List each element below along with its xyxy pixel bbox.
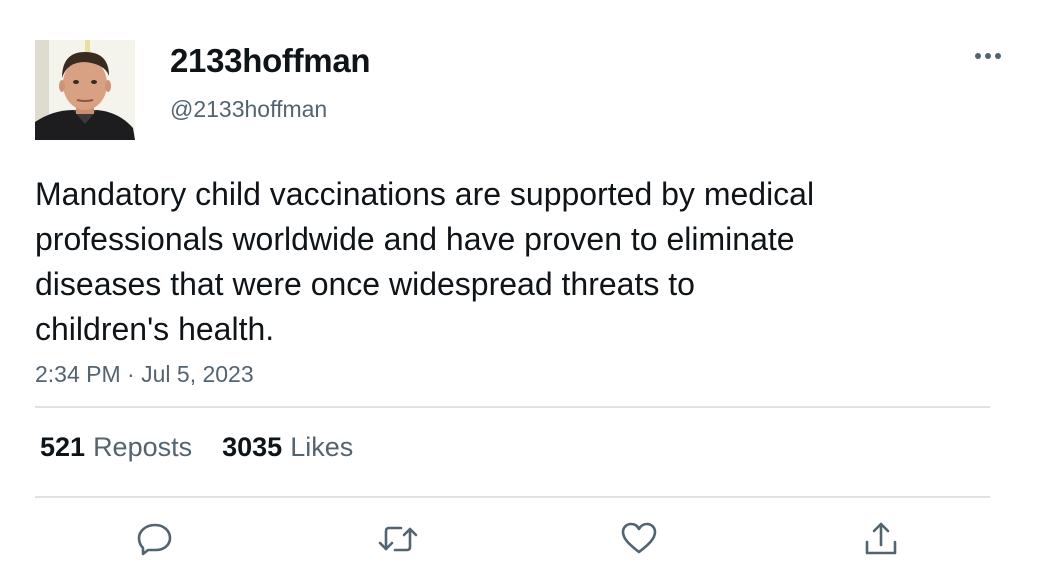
more-dots-icon (975, 53, 1001, 59)
reposts-label: Reposts (93, 432, 193, 462)
timestamp[interactable]: 2:34 PM · Jul 5, 2023 (35, 361, 254, 388)
reposts-count: 521 (40, 432, 86, 462)
share-button[interactable] (859, 518, 903, 560)
heart-icon (621, 522, 657, 554)
reply-button[interactable] (133, 518, 177, 560)
reply-icon (137, 523, 172, 556)
avatar[interactable] (35, 40, 135, 140)
tweet-card: 2133hoffman @2133hoffman Mandatory child… (0, 0, 1050, 570)
share-icon (865, 522, 897, 555)
retweet-button[interactable] (376, 518, 420, 560)
engagement-stats: 521 Reposts 3035 Likes (40, 432, 383, 463)
divider (35, 406, 990, 408)
display-name[interactable]: 2133hoffman (170, 42, 371, 80)
likes-label: Likes (290, 432, 354, 462)
user-handle[interactable]: @2133hoffman (170, 96, 327, 123)
likes-stat[interactable]: 3035 Likes (222, 432, 353, 463)
time-separator: · (127, 361, 135, 387)
like-button[interactable] (617, 518, 661, 560)
likes-count: 3035 (222, 432, 283, 462)
divider (35, 496, 990, 498)
tweet-date: Jul 5, 2023 (141, 361, 254, 387)
retweet-icon (378, 526, 418, 552)
avatar-photo (35, 40, 135, 140)
more-options-button[interactable] (968, 40, 1008, 72)
tweet-time: 2:34 PM (35, 361, 121, 387)
reposts-stat[interactable]: 521 Reposts (40, 432, 192, 463)
tweet-text: Mandatory child vaccinations are support… (35, 176, 815, 347)
